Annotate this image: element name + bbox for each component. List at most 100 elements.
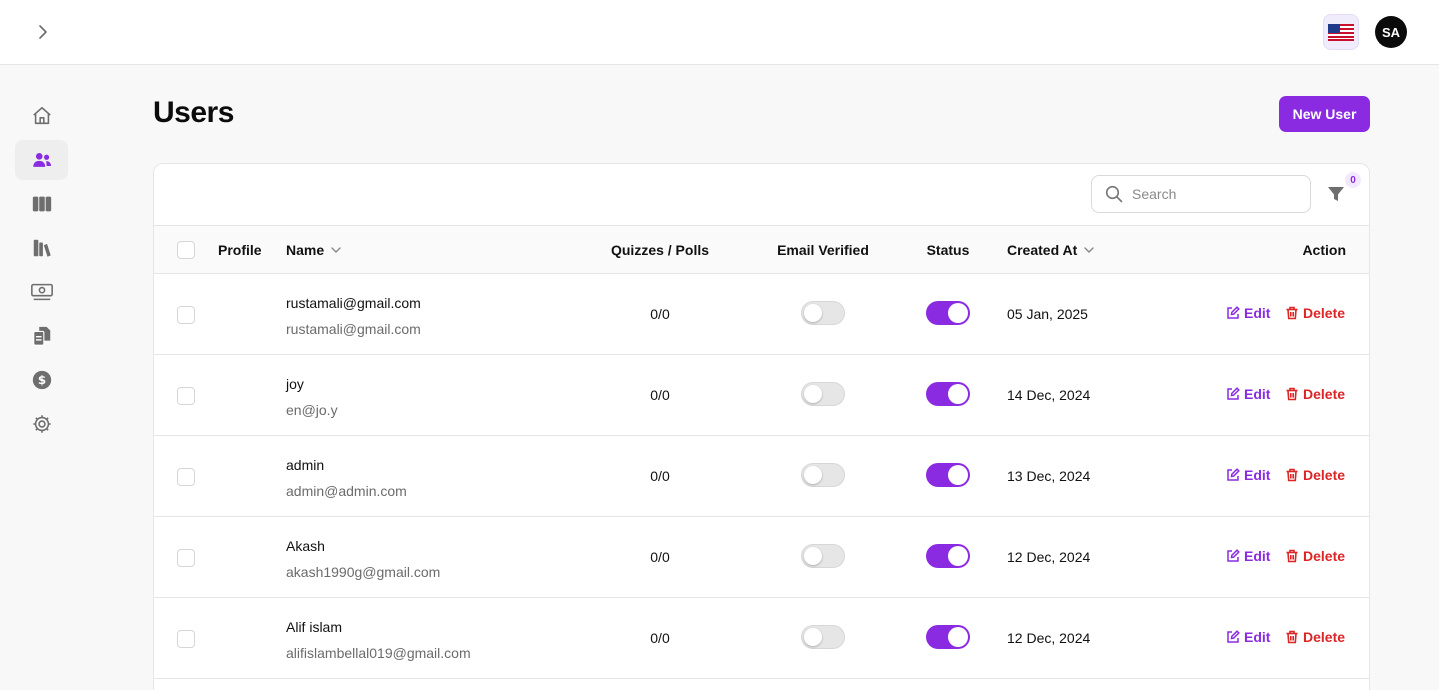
user-name: Akash: [286, 538, 325, 554]
edit-button[interactable]: Edit: [1226, 305, 1270, 321]
created-at-date: 05 Jan, 2025: [1007, 306, 1088, 322]
table-row: admin admin@admin.com 0/0 13 Dec, 2024 E…: [154, 436, 1369, 517]
edit-button[interactable]: Edit: [1226, 548, 1270, 564]
created-at-date: 12 Dec, 2024: [1007, 549, 1091, 565]
language-selector-button[interactable]: [1323, 14, 1359, 50]
created-at-date: 14 Dec, 2024: [1007, 387, 1091, 403]
documents-icon: [32, 326, 50, 346]
sort-chevron-icon: [1084, 246, 1094, 253]
user-email: en@jo.y: [286, 402, 338, 418]
sidebar-item-settings[interactable]: [15, 404, 68, 444]
email-verified-toggle[interactable]: [801, 544, 845, 568]
us-flag-icon: [1328, 23, 1354, 41]
sidebar-item-columns[interactable]: [15, 184, 68, 224]
search-box: [1091, 175, 1311, 213]
column-header-status: Status: [926, 241, 970, 258]
status-toggle[interactable]: [926, 382, 970, 406]
user-avatar[interactable]: SA: [1375, 16, 1407, 48]
edit-icon: [1227, 549, 1240, 562]
user-name: rustamali@gmail.com: [286, 295, 421, 311]
sidebar-item-home[interactable]: [15, 96, 68, 136]
sidebar-item-payments[interactable]: $: [15, 360, 68, 400]
delete-button[interactable]: Delete: [1285, 467, 1345, 483]
user-email: admin@admin.com: [286, 483, 407, 499]
status-toggle[interactable]: [926, 625, 970, 649]
trash-icon: [1286, 549, 1298, 563]
email-verified-toggle[interactable]: [801, 463, 845, 487]
status-toggle[interactable]: [926, 463, 970, 487]
trash-icon: [1286, 306, 1298, 320]
email-verified-toggle[interactable]: [801, 301, 845, 325]
created-at-date: 12 Dec, 2024: [1007, 630, 1091, 646]
users-icon: [32, 153, 51, 167]
row-checkbox[interactable]: [177, 468, 195, 486]
delete-button[interactable]: Delete: [1285, 305, 1345, 321]
edit-button[interactable]: Edit: [1226, 467, 1270, 483]
quizzes-polls-count: 0/0: [650, 468, 670, 484]
table-row: Alif islam alifislambellal019@gmail.com …: [154, 598, 1369, 679]
trash-icon: [1286, 387, 1298, 401]
sidebar: $: [0, 65, 84, 690]
delete-button[interactable]: Delete: [1285, 386, 1345, 402]
user-name: Alif islam: [286, 619, 343, 635]
dollar-icon: $: [32, 370, 51, 390]
user-name: admin: [286, 457, 325, 473]
row-checkbox[interactable]: [177, 630, 195, 648]
sidebar-item-users[interactable]: [15, 140, 68, 180]
column-header-action: Action: [1302, 241, 1346, 258]
books-icon: [33, 239, 51, 257]
filter-button[interactable]: [1324, 182, 1348, 206]
sidebar-item-money[interactable]: [15, 272, 68, 312]
users-table-card: 0 Profile Name Quizzes / Polls Email Ver…: [153, 163, 1370, 690]
delete-button[interactable]: Delete: [1285, 548, 1345, 564]
svg-text:$: $: [37, 373, 45, 387]
select-all-checkbox[interactable]: [177, 241, 195, 259]
column-header-quizzes-polls: Quizzes / Polls: [610, 241, 710, 258]
table-header: Profile Name Quizzes / Polls Email Verif…: [154, 225, 1369, 274]
filter-count-badge: 0: [1345, 172, 1361, 188]
sort-chevron-icon: [331, 246, 341, 253]
sidebar-expand-button[interactable]: [28, 18, 56, 46]
search-icon: [1105, 185, 1123, 203]
row-checkbox[interactable]: [177, 306, 195, 324]
column-header-email-verified: Email Verified: [777, 241, 869, 258]
edit-button[interactable]: Edit: [1226, 629, 1270, 645]
row-checkbox[interactable]: [177, 549, 195, 567]
edit-button[interactable]: Edit: [1226, 386, 1270, 402]
row-checkbox[interactable]: [177, 387, 195, 405]
delete-button[interactable]: Delete: [1285, 629, 1345, 645]
money-icon: [30, 283, 53, 301]
column-header-profile: Profile: [218, 241, 262, 258]
column-header-name[interactable]: Name: [286, 226, 342, 273]
sidebar-item-books[interactable]: [15, 228, 68, 268]
quizzes-polls-count: 0/0: [650, 630, 670, 646]
edit-icon: [1227, 630, 1240, 643]
gear-icon: [32, 415, 51, 433]
edit-icon: [1227, 468, 1240, 481]
sidebar-item-documents[interactable]: [15, 316, 68, 356]
quizzes-polls-count: 0/0: [650, 387, 670, 403]
page-title: Users: [153, 96, 234, 129]
table-row: rustamali@gmail.com rustamali@gmail.com …: [154, 274, 1369, 355]
search-input[interactable]: [1132, 186, 1292, 202]
columns-icon: [32, 196, 51, 212]
avatar-initials: SA: [1381, 24, 1401, 40]
user-email: rustamali@gmail.com: [286, 321, 421, 337]
edit-icon: [1227, 387, 1240, 400]
home-icon: [32, 106, 51, 125]
new-user-button[interactable]: New User: [1279, 96, 1370, 132]
column-header-created-at[interactable]: Created At: [1007, 226, 1095, 273]
top-bar: SA: [0, 0, 1439, 65]
created-at-date: 13 Dec, 2024: [1007, 468, 1091, 484]
table-row: joy en@jo.y 0/0 14 Dec, 2024 Edit Delete: [154, 355, 1369, 436]
email-verified-toggle[interactable]: [801, 625, 845, 649]
quizzes-polls-count: 0/0: [650, 549, 670, 565]
status-toggle[interactable]: [926, 544, 970, 568]
email-verified-toggle[interactable]: [801, 382, 845, 406]
user-name: joy: [286, 376, 304, 392]
trash-icon: [1286, 468, 1298, 482]
table-row: Akash akash1990g@gmail.com 0/0 12 Dec, 2…: [154, 517, 1369, 598]
edit-icon: [1227, 306, 1240, 319]
status-toggle[interactable]: [926, 301, 970, 325]
filter-icon: [1328, 187, 1344, 201]
